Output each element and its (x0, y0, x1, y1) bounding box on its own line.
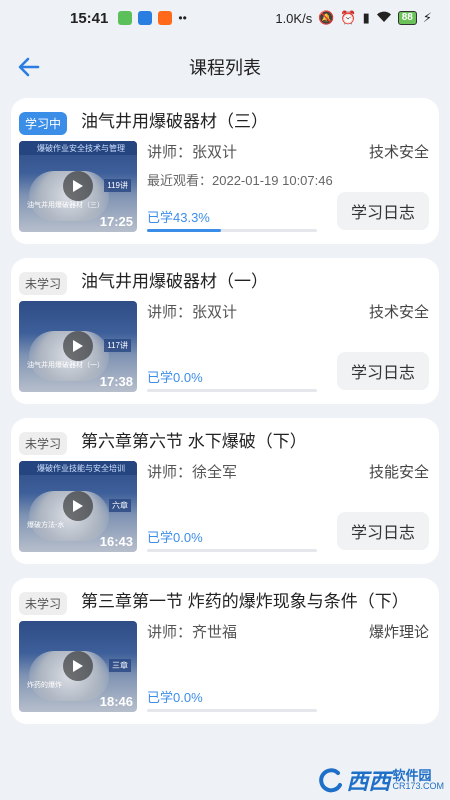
status-badge: 未学习 (19, 592, 68, 615)
app-notification-icon (138, 11, 153, 25)
course-category: 技术安全 (368, 304, 429, 321)
study-log-button[interactable]: 学习日志 (336, 512, 429, 550)
course-category: 爆炸理论 (368, 624, 429, 641)
network-speed: 1.0K/s (275, 10, 313, 26)
course-thumbnail[interactable]: 爆破作业技能与安全培训 六章 爆破方法-水 16:43 (19, 461, 137, 552)
back-arrow-icon (18, 57, 40, 77)
page-title: 课程列表 (189, 58, 261, 78)
progress-fill (147, 229, 221, 232)
course-title: 第六章第六节 水下爆破（下） (81, 432, 307, 451)
nav-bar: 课程列表 (0, 36, 450, 98)
thumbnail-subtitle: 油气井用爆破器材（一） (27, 362, 104, 369)
teacher-name: 讲师：张双计 (147, 304, 238, 321)
course-list: 学习中 油气井用爆破器材（三） 爆破作业安全技术与管理 119讲 油气井用爆破器… (0, 98, 450, 724)
status-bar: 15:41 •• 1.0K/s 🔕 ⏰ ▮ 88 ⚡ (0, 0, 450, 36)
charging-icon: ⚡ (422, 10, 432, 25)
course-card[interactable]: 未学习 第六章第六节 水下爆破（下） 爆破作业技能与安全培训 六章 爆破方法-水… (11, 418, 439, 564)
play-icon (73, 340, 83, 352)
play-button[interactable] (63, 171, 93, 201)
wechat-notification-icon (118, 11, 133, 25)
progress-text: 已学43.3% (147, 210, 210, 225)
battery-indicator: 88 (397, 11, 417, 25)
course-category: 技能安全 (368, 464, 429, 481)
video-duration: 18:46 (99, 694, 133, 709)
study-log-button[interactable]: 学习日志 (336, 192, 429, 230)
alarm-icon: ⏰ (340, 10, 357, 25)
course-title: 第三章第一节 炸药的爆炸现象与条件（下） (81, 592, 409, 611)
back-button[interactable] (14, 52, 44, 82)
lesson-count: 六章 (109, 499, 131, 512)
thumbnail-subtitle: 炸药的爆炸 (27, 682, 62, 689)
recent-watch-time: 最近观看：2022-01-19 10:07:46 (147, 173, 333, 188)
play-icon (73, 500, 83, 512)
signal-icon: ▮ (362, 10, 370, 25)
thumbnail-banner: 爆破作业安全技术与管理 (19, 141, 137, 155)
play-icon (73, 660, 83, 672)
progress-bar (147, 229, 317, 232)
lesson-count: 119讲 (104, 179, 131, 192)
progress-text: 已学0.0% (147, 530, 203, 545)
progress-bar (147, 549, 317, 552)
taobao-notification-icon (158, 11, 173, 25)
progress-bar (147, 709, 317, 712)
course-card[interactable]: 未学习 第三章第一节 炸药的爆炸现象与条件（下） 三章 炸药的爆炸 18:46 … (11, 578, 439, 724)
lesson-count: 三章 (109, 659, 131, 672)
progress-bar (147, 389, 317, 392)
status-badge: 未学习 (19, 432, 68, 455)
video-duration: 17:38 (99, 374, 133, 389)
course-title: 油气井用爆破器材（一） (81, 272, 269, 291)
play-button[interactable] (63, 651, 93, 681)
teacher-name: 讲师：徐全军 (147, 464, 238, 481)
status-badge: 学习中 (19, 112, 68, 135)
progress-text: 已学0.0% (147, 690, 203, 705)
progress-text: 已学0.0% (147, 370, 203, 385)
play-button[interactable] (63, 491, 93, 521)
teacher-name: 讲师：张双计 (147, 144, 238, 161)
course-category: 技术安全 (368, 144, 429, 161)
video-duration: 17:25 (99, 214, 133, 229)
course-thumbnail[interactable]: 三章 炸药的爆炸 18:46 (19, 621, 137, 712)
play-button[interactable] (63, 331, 93, 361)
wifi-icon (376, 11, 392, 26)
study-log-button[interactable]: 学习日志 (336, 352, 429, 390)
mute-icon: 🔕 (318, 10, 335, 25)
video-duration: 16:43 (99, 534, 133, 549)
watermark-main: 西西 (346, 769, 391, 794)
course-thumbnail[interactable]: 117讲 油气井用爆破器材（一） 17:38 (19, 301, 137, 392)
course-card[interactable]: 未学习 油气井用爆破器材（一） 117讲 油气井用爆破器材（一） 17:38 讲… (11, 258, 439, 404)
thumbnail-subtitle: 爆破方法-水 (27, 522, 65, 529)
course-title: 油气井用爆破器材（三） (81, 112, 269, 131)
status-badge: 未学习 (19, 272, 68, 295)
course-thumbnail[interactable]: 爆破作业安全技术与管理 119讲 油气井用爆破器材（三） 17:25 (19, 141, 137, 232)
status-time: 15:41 (70, 9, 109, 27)
thumbnail-banner: 爆破作业技能与安全培训 (19, 461, 137, 475)
play-icon (73, 180, 83, 192)
watermark-side-bottom: CR173.COM (392, 781, 444, 791)
thumbnail-subtitle: 油气井用爆破器材（三） (27, 202, 104, 209)
watermark-logo-icon (319, 768, 343, 793)
site-watermark: 西西 软件园 CR173.COM (318, 764, 444, 796)
more-notifications-icon: •• (178, 11, 187, 25)
teacher-name: 讲师：齐世福 (147, 624, 238, 641)
lesson-count: 117讲 (104, 339, 131, 352)
course-card[interactable]: 学习中 油气井用爆破器材（三） 爆破作业安全技术与管理 119讲 油气井用爆破器… (11, 98, 439, 244)
